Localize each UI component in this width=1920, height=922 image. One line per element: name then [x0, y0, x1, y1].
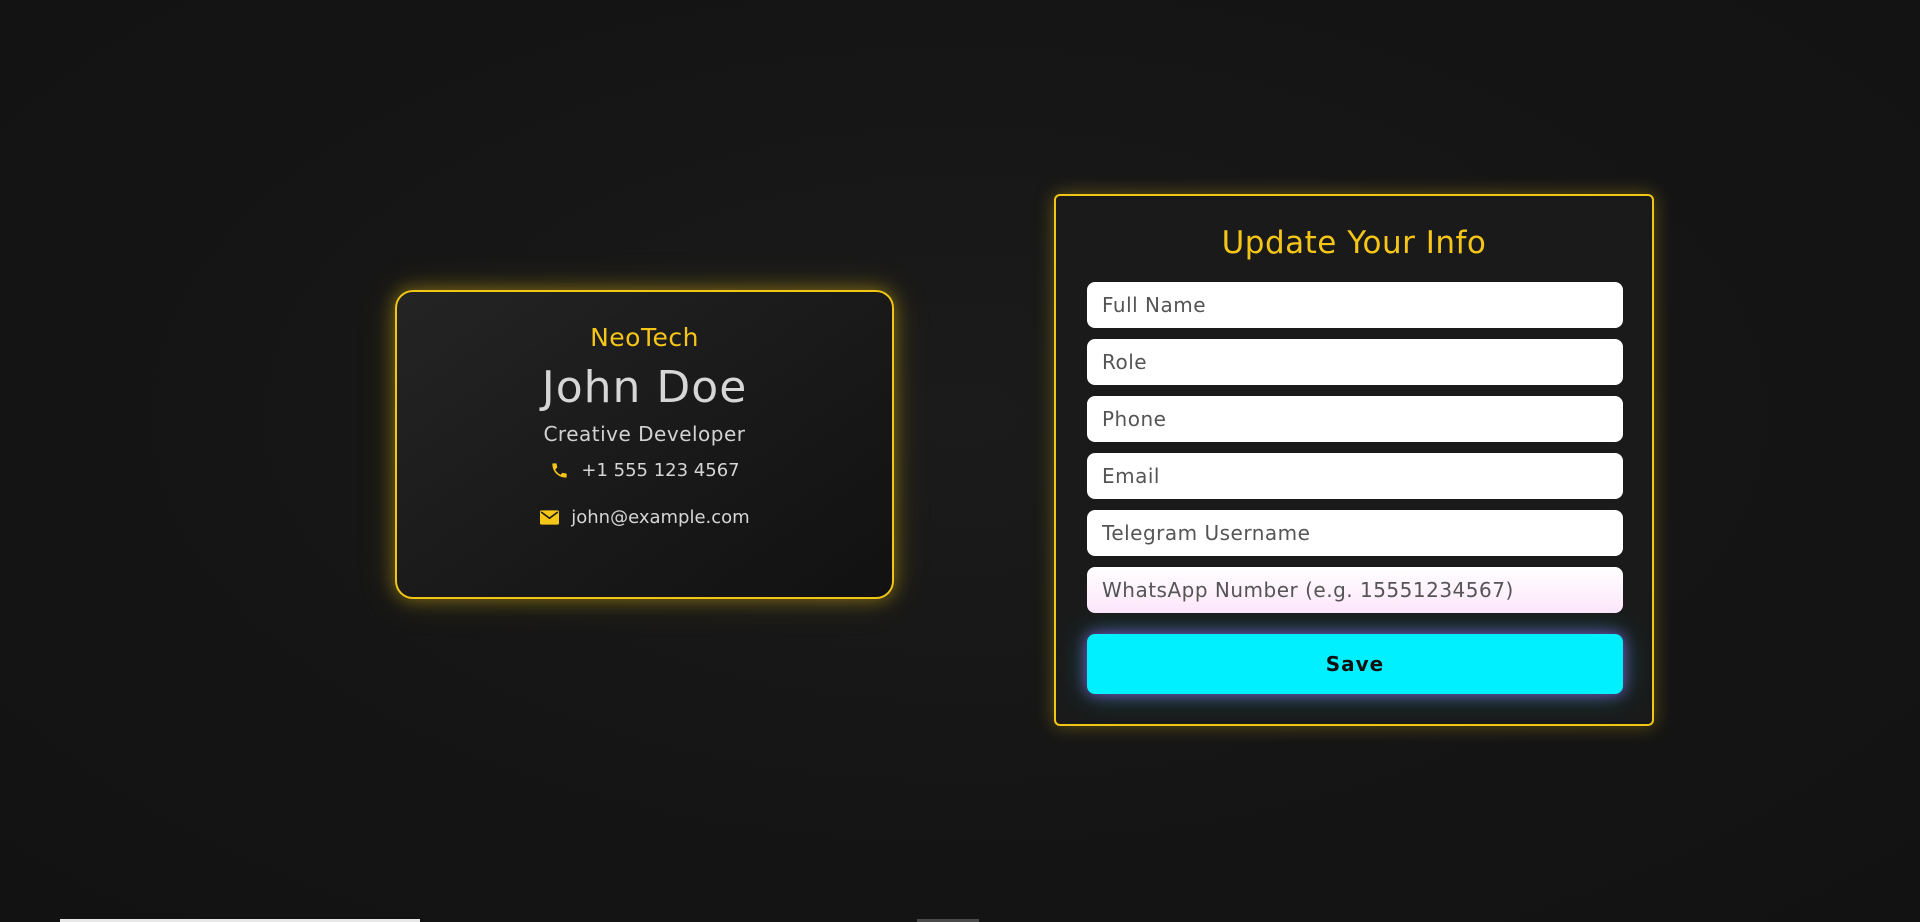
full-name-input[interactable] [1087, 282, 1623, 328]
phone-input[interactable] [1087, 396, 1623, 442]
card-name: John Doe [541, 362, 748, 413]
card-brand: NeoTech [590, 323, 699, 352]
card-phone-row: +1 555 123 4567 [397, 456, 892, 484]
update-info-form: Update Your Info Save [1054, 194, 1654, 726]
role-input[interactable] [1087, 339, 1623, 385]
form-title: Update Your Info [1221, 225, 1487, 261]
card-email-row: john@example.com [397, 503, 892, 531]
business-card: NeoTech John Doe Creative Developer +1 5… [395, 290, 894, 599]
envelope-icon [539, 507, 559, 527]
save-button[interactable]: Save [1087, 634, 1623, 694]
card-role: Creative Developer [543, 422, 746, 446]
email-input[interactable] [1087, 453, 1623, 499]
telegram-username-input[interactable] [1087, 510, 1623, 556]
card-phone-text: +1 555 123 4567 [581, 459, 740, 481]
phone-icon [549, 460, 569, 480]
card-email-text: john@example.com [571, 506, 750, 528]
whatsapp-number-input[interactable] [1087, 567, 1623, 613]
